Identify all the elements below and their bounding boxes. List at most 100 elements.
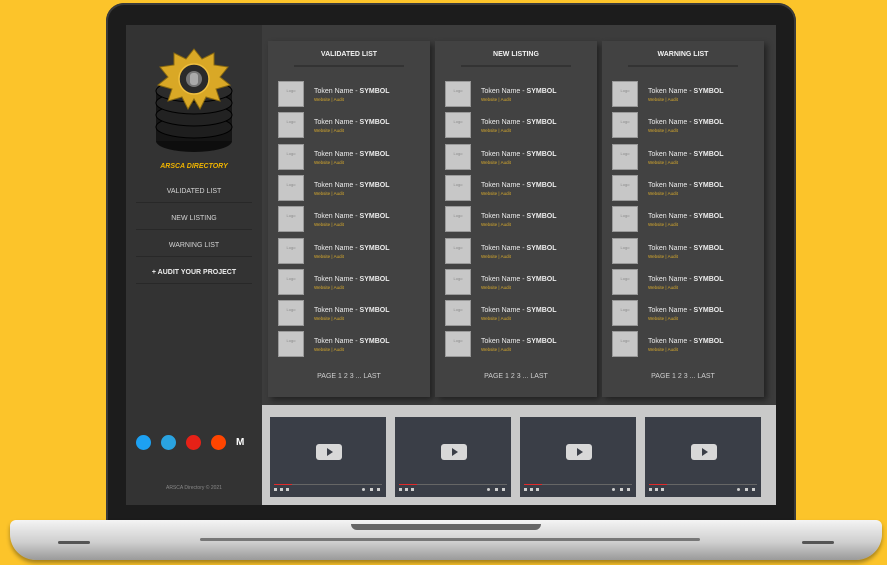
- token-links[interactable]: Website | Audit: [481, 97, 511, 102]
- token-links[interactable]: Website | Audit: [481, 316, 511, 321]
- token-name[interactable]: Token Name - SYMBOL: [314, 213, 389, 220]
- reddit-icon[interactable]: [211, 435, 226, 450]
- nav-audit-project[interactable]: + AUDIT YOUR PROJECT: [136, 261, 252, 284]
- video-controls[interactable]: [524, 488, 632, 493]
- token-links[interactable]: Website | Audit: [481, 191, 511, 196]
- token-name[interactable]: Token Name - SYMBOL: [314, 119, 389, 126]
- nav-new-listing[interactable]: NEW LISTING: [136, 207, 252, 230]
- token-row[interactable]: Logo Token Name - SYMBOL Website | Audit: [278, 268, 428, 297]
- token-name[interactable]: Token Name - SYMBOL: [648, 276, 723, 283]
- token-row[interactable]: Logo Token Name - SYMBOL Website | Audit: [445, 81, 595, 109]
- token-name[interactable]: Token Name - SYMBOL: [481, 338, 556, 345]
- token-row[interactable]: Logo Token Name - SYMBOL Website | Audit: [445, 237, 595, 266]
- video-controls[interactable]: [274, 488, 382, 493]
- token-links[interactable]: Website | Audit: [481, 222, 511, 227]
- token-links[interactable]: Website | Audit: [314, 285, 344, 290]
- token-links[interactable]: Website | Audit: [314, 97, 344, 102]
- pagination[interactable]: PAGE 1 2 3 ... LAST: [435, 373, 597, 380]
- token-links[interactable]: Website | Audit: [314, 160, 344, 165]
- token-links[interactable]: Website | Audit: [648, 285, 678, 290]
- token-name[interactable]: Token Name - SYMBOL: [648, 307, 723, 314]
- token-row[interactable]: Logo Token Name - SYMBOL Website | Audit: [445, 112, 595, 140]
- token-row[interactable]: Logo Token Name - SYMBOL Website | Audit: [445, 300, 595, 328]
- token-links[interactable]: Website | Audit: [648, 347, 678, 352]
- token-links[interactable]: Website | Audit: [481, 285, 511, 290]
- token-row[interactable]: Logo Token Name - SYMBOL Website | Audit: [278, 143, 428, 172]
- token-links[interactable]: Website | Audit: [648, 316, 678, 321]
- token-links[interactable]: Website | Audit: [314, 347, 344, 352]
- token-name[interactable]: Token Name - SYMBOL: [314, 88, 389, 95]
- pagination[interactable]: PAGE 1 2 3 ... LAST: [268, 373, 430, 380]
- token-links[interactable]: Website | Audit: [314, 191, 344, 196]
- token-links[interactable]: Website | Audit: [481, 160, 511, 165]
- token-row[interactable]: Logo Token Name - SYMBOL Website | Audit: [278, 237, 428, 266]
- token-links[interactable]: Website | Audit: [648, 222, 678, 227]
- token-name[interactable]: Token Name - SYMBOL: [481, 307, 556, 314]
- pagination[interactable]: PAGE 1 2 3 ... LAST: [602, 373, 764, 380]
- token-row[interactable]: Logo Token Name - SYMBOL Website | Audit: [445, 331, 595, 359]
- video-thumbnail[interactable]: [395, 417, 511, 497]
- play-icon[interactable]: [316, 444, 342, 460]
- play-icon[interactable]: [691, 444, 717, 460]
- token-name[interactable]: Token Name - SYMBOL: [648, 338, 723, 345]
- token-row[interactable]: Logo Token Name - SYMBOL Website | Audit: [612, 331, 762, 359]
- token-links[interactable]: Website | Audit: [481, 347, 511, 352]
- token-name[interactable]: Token Name - SYMBOL: [481, 182, 556, 189]
- token-links[interactable]: Website | Audit: [648, 128, 678, 133]
- token-row[interactable]: Logo Token Name - SYMBOL Website | Audit: [612, 174, 762, 203]
- token-links[interactable]: Website | Audit: [648, 160, 678, 165]
- token-row[interactable]: Logo Token Name - SYMBOL Website | Audit: [278, 81, 428, 109]
- token-name[interactable]: Token Name - SYMBOL: [481, 119, 556, 126]
- token-row[interactable]: Logo Token Name - SYMBOL Website | Audit: [612, 300, 762, 328]
- token-row[interactable]: Logo Token Name - SYMBOL Website | Audit: [612, 112, 762, 140]
- token-links[interactable]: Website | Audit: [648, 254, 678, 259]
- token-name[interactable]: Token Name - SYMBOL: [648, 151, 723, 158]
- youtube-icon[interactable]: [186, 435, 201, 450]
- medium-icon[interactable]: M: [236, 437, 247, 448]
- token-row[interactable]: Logo Token Name - SYMBOL Website | Audit: [445, 143, 595, 172]
- token-name[interactable]: Token Name - SYMBOL: [314, 245, 389, 252]
- token-name[interactable]: Token Name - SYMBOL: [648, 88, 723, 95]
- token-row[interactable]: Logo Token Name - SYMBOL Website | Audit: [278, 206, 428, 234]
- token-name[interactable]: Token Name - SYMBOL: [481, 88, 556, 95]
- token-links[interactable]: Website | Audit: [314, 222, 344, 227]
- token-name[interactable]: Token Name - SYMBOL: [481, 245, 556, 252]
- video-controls[interactable]: [399, 488, 507, 493]
- play-icon[interactable]: [566, 444, 592, 460]
- token-name[interactable]: Token Name - SYMBOL: [648, 119, 723, 126]
- token-row[interactable]: Logo Token Name - SYMBOL Website | Audit: [612, 143, 762, 172]
- token-links[interactable]: Website | Audit: [314, 128, 344, 133]
- twitter-icon[interactable]: [136, 435, 151, 450]
- token-row[interactable]: Logo Token Name - SYMBOL Website | Audit: [612, 268, 762, 297]
- token-name[interactable]: Token Name - SYMBOL: [648, 213, 723, 220]
- token-row[interactable]: Logo Token Name - SYMBOL Website | Audit: [612, 206, 762, 234]
- token-row[interactable]: Logo Token Name - SYMBOL Website | Audit: [612, 81, 762, 109]
- nav-validated-list[interactable]: VALIDATED LIST: [136, 180, 252, 203]
- video-thumbnail[interactable]: [645, 417, 761, 497]
- nav-warning-list[interactable]: WARNING LIST: [136, 234, 252, 257]
- video-controls[interactable]: [649, 488, 757, 493]
- token-links[interactable]: Website | Audit: [648, 97, 678, 102]
- token-row[interactable]: Logo Token Name - SYMBOL Website | Audit: [612, 237, 762, 266]
- token-row[interactable]: Logo Token Name - SYMBOL Website | Audit: [278, 331, 428, 359]
- token-row[interactable]: Logo Token Name - SYMBOL Website | Audit: [445, 174, 595, 203]
- token-name[interactable]: Token Name - SYMBOL: [648, 245, 723, 252]
- token-links[interactable]: Website | Audit: [314, 316, 344, 321]
- token-row[interactable]: Logo Token Name - SYMBOL Website | Audit: [278, 174, 428, 203]
- token-links[interactable]: Website | Audit: [648, 191, 678, 196]
- token-name[interactable]: Token Name - SYMBOL: [648, 182, 723, 189]
- token-name[interactable]: Token Name - SYMBOL: [481, 151, 556, 158]
- token-name[interactable]: Token Name - SYMBOL: [314, 182, 389, 189]
- video-thumbnail[interactable]: [270, 417, 386, 497]
- token-name[interactable]: Token Name - SYMBOL: [481, 276, 556, 283]
- token-name[interactable]: Token Name - SYMBOL: [314, 307, 389, 314]
- video-thumbnail[interactable]: [520, 417, 636, 497]
- token-name[interactable]: Token Name - SYMBOL: [314, 151, 389, 158]
- token-row[interactable]: Logo Token Name - SYMBOL Website | Audit: [278, 112, 428, 140]
- token-name[interactable]: Token Name - SYMBOL: [481, 213, 556, 220]
- token-links[interactable]: Website | Audit: [314, 254, 344, 259]
- token-name[interactable]: Token Name - SYMBOL: [314, 276, 389, 283]
- play-icon[interactable]: [441, 444, 467, 460]
- token-name[interactable]: Token Name - SYMBOL: [314, 338, 389, 345]
- token-row[interactable]: Logo Token Name - SYMBOL Website | Audit: [445, 206, 595, 234]
